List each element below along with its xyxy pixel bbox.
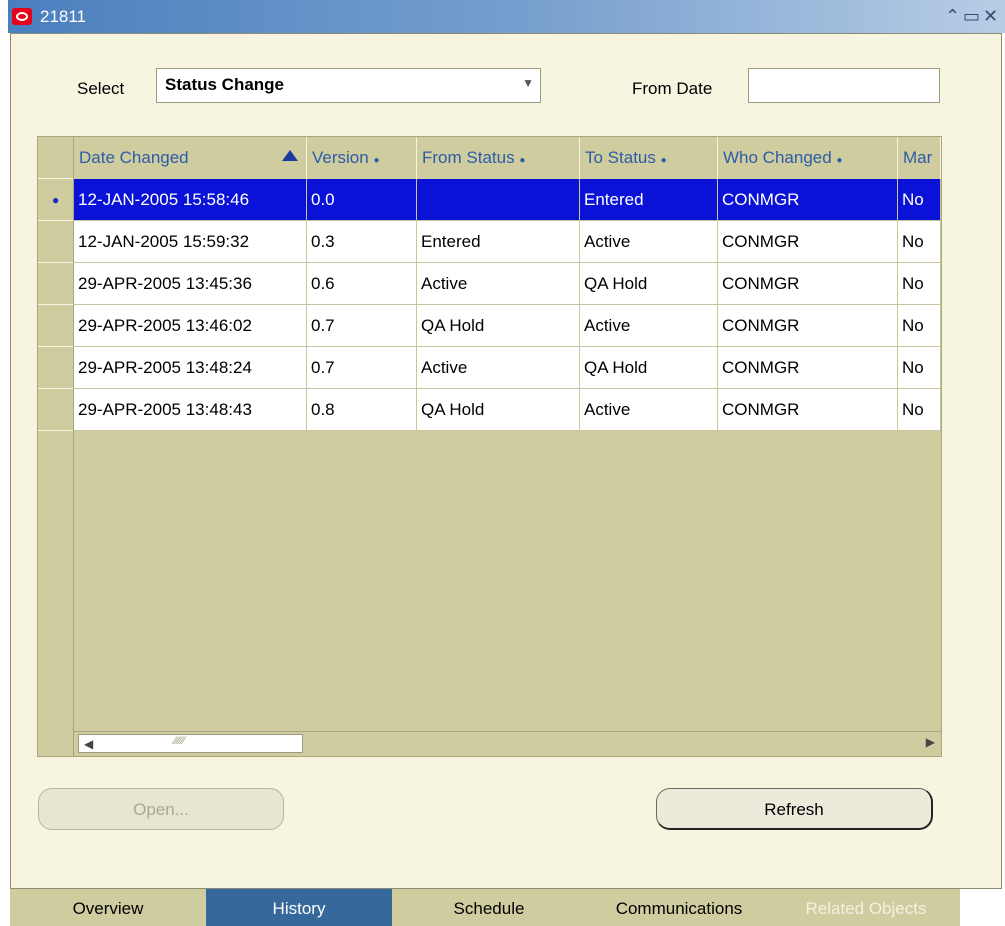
- cell-who-changed[interactable]: CONMGR: [718, 305, 898, 347]
- cell-from-status[interactable]: Entered: [417, 221, 580, 263]
- cell-to-status[interactable]: Entered: [580, 179, 718, 221]
- cell-manual[interactable]: No: [898, 305, 941, 347]
- open-button[interactable]: Open...: [38, 788, 284, 830]
- grip-icon: ⁄⁄⁄⁄⁄⁄: [174, 735, 186, 747]
- cell-from-status[interactable]: Active: [417, 263, 580, 305]
- cell-to-status[interactable]: Active: [580, 389, 718, 431]
- cell-date-changed[interactable]: 29-APR-2005 13:48:24: [74, 347, 307, 389]
- row-selector[interactable]: [38, 263, 73, 305]
- row-selector[interactable]: [38, 221, 73, 263]
- column-header-who-changed[interactable]: Who Changed ●: [718, 137, 898, 179]
- cell-from-status[interactable]: Active: [417, 347, 580, 389]
- cell-manual[interactable]: No: [898, 263, 941, 305]
- cell-who-changed[interactable]: CONMGR: [718, 179, 898, 221]
- select-value: Status Change: [165, 75, 285, 94]
- row-selector[interactable]: [38, 347, 73, 389]
- column-header-to-status[interactable]: To Status ●: [580, 137, 718, 179]
- row-selector[interactable]: [38, 389, 73, 431]
- select-dropdown[interactable]: Status Change ▼: [156, 68, 541, 103]
- cell-date-changed[interactable]: 12-JAN-2005 15:59:32: [74, 221, 307, 263]
- table-row[interactable]: 12-JAN-2005 15:59:32 0.3 Entered Active …: [74, 221, 941, 263]
- tab-overview[interactable]: Overview: [10, 889, 206, 926]
- current-row-indicator-icon: ●: [52, 193, 60, 207]
- sortable-icon: ●: [836, 155, 843, 166]
- close-icon[interactable]: ✕: [983, 5, 998, 27]
- window-title: 21811: [40, 7, 87, 26]
- tab-communications[interactable]: Communications: [586, 889, 772, 926]
- cell-to-status[interactable]: QA Hold: [580, 347, 718, 389]
- cell-who-changed[interactable]: CONMGR: [718, 347, 898, 389]
- table-row[interactable]: 12-JAN-2005 15:58:46 0.0 Entered CONMGR …: [74, 179, 941, 221]
- cell-date-changed[interactable]: 29-APR-2005 13:46:02: [74, 305, 307, 347]
- scrollbar-thumb[interactable]: ◀ ⁄⁄⁄⁄⁄⁄: [78, 734, 303, 753]
- cell-version[interactable]: 0.0: [307, 179, 417, 221]
- cell-manual[interactable]: No: [898, 221, 941, 263]
- cell-version[interactable]: 0.7: [307, 347, 417, 389]
- oracle-logo-icon: [12, 8, 32, 25]
- tab-schedule[interactable]: Schedule: [392, 889, 586, 926]
- cell-to-status[interactable]: Active: [580, 221, 718, 263]
- tab-bar: Overview History Schedule Communications…: [0, 889, 1005, 926]
- tab-related-objects: Related Objects: [772, 889, 960, 926]
- cell-version[interactable]: 0.8: [307, 389, 417, 431]
- table-header: Date Changed Version ● From Status ● To …: [74, 137, 941, 179]
- sort-ascending-icon[interactable]: [282, 150, 298, 161]
- row-selector[interactable]: [38, 305, 73, 347]
- select-label: Select: [77, 79, 125, 98]
- cell-manual[interactable]: No: [898, 179, 941, 221]
- chevron-down-icon[interactable]: ▼: [522, 76, 534, 90]
- history-table: ● Date Changed Version ● From Status ● T…: [37, 136, 942, 757]
- cell-to-status[interactable]: Active: [580, 305, 718, 347]
- sortable-icon: ●: [660, 155, 667, 166]
- history-panel: Select Status Change ▼ From Date ● Date …: [10, 33, 1002, 889]
- minimize-icon[interactable]: ⌃: [945, 5, 960, 27]
- column-header-manual[interactable]: Mar: [898, 137, 941, 179]
- from-date-label: From Date: [632, 79, 713, 98]
- refresh-button[interactable]: Refresh: [656, 788, 933, 830]
- cell-version[interactable]: 0.3: [307, 221, 417, 263]
- table-row[interactable]: 29-APR-2005 13:46:02 0.7 QA Hold Active …: [74, 305, 941, 347]
- cell-to-status[interactable]: QA Hold: [580, 263, 718, 305]
- cell-from-status[interactable]: QA Hold: [417, 389, 580, 431]
- cell-version[interactable]: 0.6: [307, 263, 417, 305]
- scroll-left-icon[interactable]: ◀: [84, 737, 93, 751]
- cell-date-changed[interactable]: 29-APR-2005 13:48:43: [74, 389, 307, 431]
- cell-version[interactable]: 0.7: [307, 305, 417, 347]
- row-selector-column: ●: [38, 137, 74, 756]
- title-bar: 21811 ⌃ ▭ ✕: [8, 0, 1005, 33]
- cell-date-changed[interactable]: 12-JAN-2005 15:58:46: [74, 179, 307, 221]
- selector-header: [38, 137, 73, 179]
- cell-from-status[interactable]: [417, 179, 580, 221]
- cell-manual[interactable]: No: [898, 389, 941, 431]
- column-header-version[interactable]: Version ●: [307, 137, 417, 179]
- sortable-icon: ●: [373, 155, 380, 166]
- row-selector[interactable]: ●: [38, 179, 73, 221]
- table-row[interactable]: 29-APR-2005 13:48:24 0.7 Active QA Hold …: [74, 347, 941, 389]
- table-body: 12-JAN-2005 15:58:46 0.0 Entered CONMGR …: [74, 179, 941, 431]
- from-date-field[interactable]: [748, 68, 940, 103]
- cell-who-changed[interactable]: CONMGR: [718, 263, 898, 305]
- sortable-icon: ●: [519, 155, 526, 166]
- horizontal-scrollbar[interactable]: ◀ ⁄⁄⁄⁄⁄⁄ ▶: [74, 731, 941, 756]
- cell-date-changed[interactable]: 29-APR-2005 13:45:36: [74, 263, 307, 305]
- scroll-right-icon[interactable]: ▶: [926, 735, 935, 749]
- cell-who-changed[interactable]: CONMGR: [718, 221, 898, 263]
- tab-history[interactable]: History: [206, 889, 392, 926]
- cell-from-status[interactable]: QA Hold: [417, 305, 580, 347]
- table-row[interactable]: 29-APR-2005 13:45:36 0.6 Active QA Hold …: [74, 263, 941, 305]
- column-header-date-changed[interactable]: Date Changed: [74, 137, 307, 179]
- table-row[interactable]: 29-APR-2005 13:48:43 0.8 QA Hold Active …: [74, 389, 941, 431]
- maximize-icon[interactable]: ▭: [963, 5, 980, 27]
- cell-who-changed[interactable]: CONMGR: [718, 389, 898, 431]
- column-header-from-status[interactable]: From Status ●: [417, 137, 580, 179]
- cell-manual[interactable]: No: [898, 347, 941, 389]
